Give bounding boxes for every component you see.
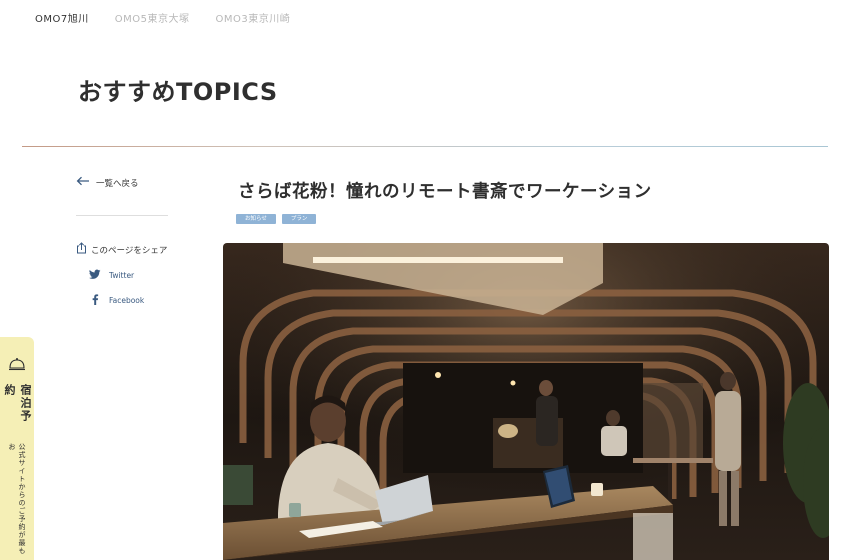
back-to-list-link[interactable]: 一覧へ戻る	[76, 176, 139, 189]
section-divider	[22, 146, 828, 147]
twitter-icon	[89, 269, 101, 282]
article-tags: お知らせ プラン	[236, 214, 317, 224]
sidebar-divider	[76, 215, 168, 216]
bell-icon	[8, 357, 26, 376]
tab-omo7-asahikawa[interactable]: OMO7旭川	[35, 10, 89, 26]
article-title: さらば花粉！憧れのリモート書斎でワーケーション	[238, 182, 652, 202]
back-to-list-label: 一覧へ戻る	[96, 178, 139, 189]
section-title: おすすめTOPICS	[78, 78, 278, 106]
tag-plan[interactable]: プラン	[281, 214, 317, 224]
tab-omo5-tokyo-otsuka[interactable]: OMO5東京大塚	[115, 10, 190, 26]
share-heading: このページをシェア	[76, 242, 167, 257]
twitter-label: Twitter	[109, 271, 135, 280]
article-hero-image	[223, 243, 829, 560]
tag-news[interactable]: お知らせ	[236, 214, 276, 224]
top-nav: OMO7旭川 OMO5東京大塚 OMO3東京川崎	[35, 10, 290, 26]
booking-tab-label: 宿泊予約	[3, 384, 32, 423]
booking-tab-subtext: 公式サイトからのご予約が最もお	[8, 442, 26, 555]
facebook-icon	[89, 294, 101, 307]
arrow-left-icon	[76, 176, 90, 189]
tab-omo3-tokyo-kawasaki[interactable]: OMO3東京川崎	[215, 10, 290, 26]
booking-tab[interactable]: 宿泊予約 公式サイトからのご予約が最もお	[0, 337, 34, 560]
share-heading-label: このページをシェア	[91, 245, 168, 256]
share-facebook-link[interactable]: Facebook	[89, 294, 144, 307]
share-twitter-link[interactable]: Twitter	[89, 269, 134, 282]
share-icon	[76, 242, 87, 257]
facebook-label: Facebook	[109, 296, 145, 305]
